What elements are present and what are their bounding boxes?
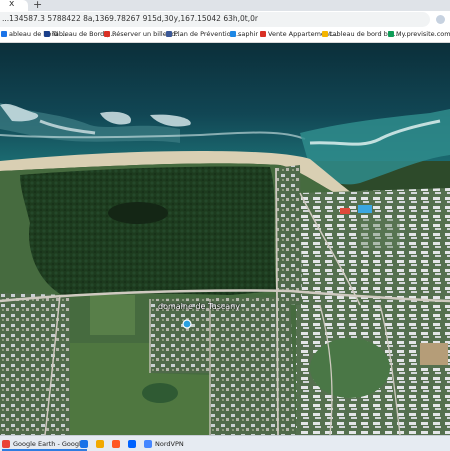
brave-icon bbox=[112, 439, 120, 448]
nordvpn-app-icon bbox=[144, 439, 152, 448]
url-text[interactable]: ...134587.3 5788422 8a,1369.78267 915d,3… bbox=[2, 14, 258, 23]
bookmark-item[interactable]: My.previsite.com bbox=[388, 30, 450, 38]
bookmark-favicon-icon bbox=[388, 31, 394, 37]
taskbar-vpn[interactable] bbox=[128, 438, 139, 449]
bookmark-favicon-icon bbox=[1, 31, 7, 37]
taskbar: Google Earth - Googl... NordVPN bbox=[0, 435, 450, 451]
url-field[interactable]: ...134587.3 5788422 8a,1369.78267 915d,3… bbox=[0, 12, 430, 27]
satellite-imagery bbox=[0, 43, 450, 435]
close-tab-icon[interactable]: x bbox=[9, 0, 14, 10]
satellite-map[interactable]: domaine de Tuscany bbox=[0, 43, 450, 435]
address-bar: ...134587.3 5788422 8a,1369.78267 915d,3… bbox=[0, 11, 450, 28]
chrome-icon bbox=[2, 439, 10, 448]
new-tab-button[interactable]: + bbox=[33, 0, 42, 11]
taskbar-brave[interactable] bbox=[112, 438, 123, 449]
taskbar-google-earth[interactable]: Google Earth - Googl... bbox=[2, 438, 88, 451]
app-icon bbox=[80, 439, 88, 448]
nordvpn-icon bbox=[128, 439, 136, 448]
browser-tab[interactable]: x bbox=[0, 0, 28, 11]
bookmark-favicon-icon bbox=[260, 31, 266, 37]
taskbar-folder[interactable] bbox=[96, 438, 107, 449]
bookmark-favicon-icon bbox=[322, 31, 328, 37]
bookmark-item[interactable]: saphir bbox=[230, 30, 258, 38]
bookmark-favicon-icon bbox=[104, 31, 110, 37]
bookmarks-bar: ableau de bord ... Tableau de Bord |... … bbox=[0, 28, 450, 43]
taskbar-nordvpn[interactable]: NordVPN bbox=[144, 438, 184, 449]
bookmark-favicon-icon bbox=[44, 31, 50, 37]
bookmark-favicon-icon bbox=[166, 31, 172, 37]
browser-tab-strip: x + bbox=[0, 0, 450, 11]
bookmark-favicon-icon bbox=[230, 31, 236, 37]
place-label[interactable]: domaine de Tuscany bbox=[158, 302, 240, 311]
folder-icon bbox=[96, 439, 104, 448]
taskbar-app[interactable] bbox=[80, 438, 91, 449]
profile-avatar[interactable] bbox=[436, 15, 445, 24]
